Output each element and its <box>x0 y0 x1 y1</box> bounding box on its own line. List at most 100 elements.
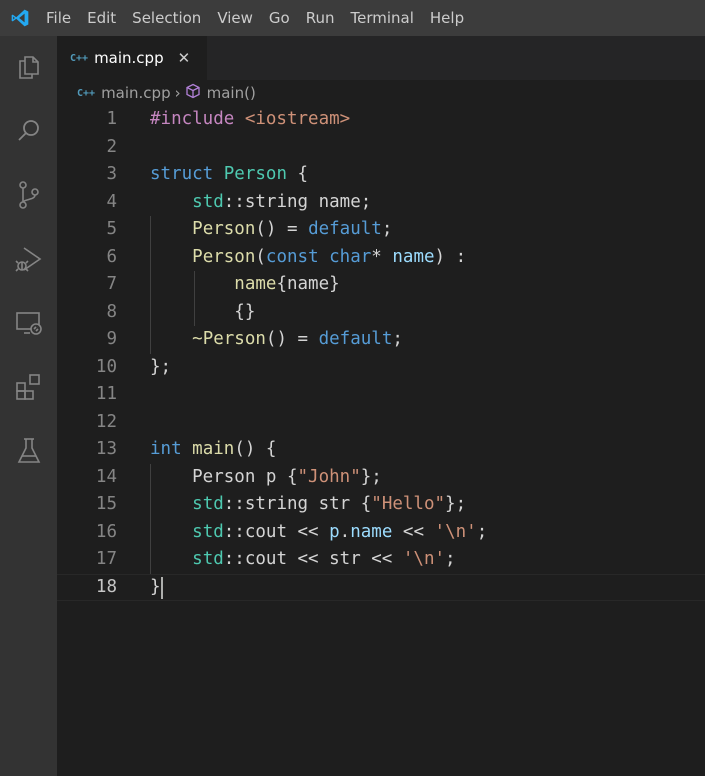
line-number: 14 <box>95 466 117 487</box>
code-line[interactable]: 1 #include <iostream> <box>57 106 705 134</box>
code-line[interactable]: 12 <box>57 409 705 437</box>
code-editor[interactable]: 1 #include <iostream> 2 3 struct Person {4 s… <box>57 106 705 776</box>
code-token: ; <box>381 219 393 239</box>
menu-go[interactable]: Go <box>261 0 298 36</box>
line-number: 15 <box>95 494 117 514</box>
menu-file[interactable]: File <box>38 0 79 36</box>
code-token: Person <box>192 246 256 267</box>
code-text: std::cout << p.name << '\n'; <box>150 519 487 547</box>
code-token: ::cout << <box>223 521 330 542</box>
chevron-right-icon: › <box>174 84 181 102</box>
line-number: 13 <box>95 439 117 459</box>
code-token: ; <box>476 521 488 542</box>
activity-bar <box>0 36 57 776</box>
breadcrumb-symbol[interactable]: main() <box>207 84 256 102</box>
code-token: ::string str { <box>223 494 372 514</box>
code-token: struct <box>150 164 224 184</box>
code-token: std <box>192 521 224 542</box>
code-line[interactable]: 17 std::cout << str << '\n'; <box>57 546 705 574</box>
code-line[interactable]: 8 {} <box>57 299 705 327</box>
source-control-icon[interactable] <box>0 170 57 220</box>
code-line[interactable]: 14 Person p {"John"}; <box>57 464 705 492</box>
code-line[interactable]: 2 <box>57 134 705 162</box>
menu-edit[interactable]: Edit <box>79 0 124 36</box>
extensions-icon[interactable] <box>0 362 57 412</box>
code-token: std <box>192 191 224 212</box>
code-line[interactable]: 13 int main() { <box>57 436 705 464</box>
menu-selection[interactable]: Selection <box>124 0 209 36</box>
code-token: () = <box>265 329 319 349</box>
code-line[interactable]: 9 ~Person() = default; <box>57 326 705 354</box>
code-text: } <box>150 574 161 602</box>
code-token: const <box>265 246 330 267</box>
code-token: <iostream> <box>244 109 351 129</box>
code-text: name{name} <box>150 271 339 299</box>
code-text: int main() { <box>150 436 276 464</box>
code-line[interactable]: 18} <box>57 574 705 602</box>
line-number: 18 <box>95 576 117 597</box>
code-token: () = <box>255 219 309 239</box>
code-token: }; <box>150 356 172 377</box>
code-token: Person p { <box>150 466 298 487</box>
code-text: #include <iostream> <box>150 106 350 134</box>
run-debug-icon[interactable] <box>0 234 57 284</box>
code-token: "John" <box>297 466 361 487</box>
code-token: char <box>329 246 372 267</box>
code-line[interactable]: 16 std::cout << p.name << '\n'; <box>57 519 705 547</box>
title-bar: File Edit Selection View Go Run Terminal… <box>0 0 705 36</box>
code-line[interactable]: 4 std::string name; <box>57 189 705 217</box>
code-text: std::cout << str << '\n'; <box>150 546 456 574</box>
code-token: name <box>392 246 435 267</box>
code-token: * <box>371 246 393 267</box>
code-text: Person(const char* name) : <box>150 244 466 272</box>
menu-terminal[interactable]: Terminal <box>343 0 422 36</box>
code-token: int <box>150 439 193 459</box>
code-token: }; <box>360 466 382 487</box>
code-line[interactable]: 3 struct Person { <box>57 161 705 189</box>
tab-main-cpp[interactable]: C++ main.cpp ✕ <box>57 36 207 80</box>
menu-bar: File Edit Selection View Go Run Terminal… <box>38 0 472 36</box>
code-text: }; <box>150 354 171 382</box>
cube-symbol-icon <box>185 83 201 103</box>
line-number: 10 <box>95 356 117 377</box>
code-line[interactable]: 15 std::string str {"Hello"}; <box>57 491 705 519</box>
line-number: 8 <box>106 301 117 322</box>
menu-run[interactable]: Run <box>298 0 343 36</box>
breadcrumb-file[interactable]: main.cpp <box>101 84 171 102</box>
code-token: '\n' <box>402 549 446 569</box>
line-number: 5 <box>106 219 117 239</box>
testing-flask-icon[interactable] <box>0 426 57 476</box>
code-token: main <box>192 439 235 459</box>
code-line[interactable]: 11 <box>57 381 705 409</box>
code-token: name <box>234 274 277 294</box>
search-icon[interactable] <box>0 106 57 156</box>
code-token: ; <box>445 549 456 569</box>
line-number: 4 <box>106 191 117 212</box>
code-token: << <box>392 521 435 542</box>
remote-explorer-icon[interactable] <box>0 298 57 348</box>
code-line[interactable]: 6 Person(const char* name) : <box>57 244 705 272</box>
code-line[interactable]: 5 Person() = default; <box>57 216 705 244</box>
code-text: {} <box>150 299 255 327</box>
code-token: name <box>350 521 393 542</box>
line-number: 2 <box>106 136 117 157</box>
tab-label: main.cpp <box>94 49 164 67</box>
code-token: #include <box>150 109 245 129</box>
explorer-icon[interactable] <box>0 42 57 92</box>
line-number: 1 <box>106 109 117 129</box>
code-text: std::string str {"Hello"}; <box>150 491 466 519</box>
close-icon[interactable]: ✕ <box>178 49 191 67</box>
code-line[interactable]: 7 name{name} <box>57 271 705 299</box>
code-token: } <box>150 576 161 597</box>
line-number: 12 <box>95 411 117 432</box>
code-line[interactable]: 10}; <box>57 354 705 382</box>
menu-help[interactable]: Help <box>422 0 472 36</box>
menu-view[interactable]: View <box>209 0 261 36</box>
